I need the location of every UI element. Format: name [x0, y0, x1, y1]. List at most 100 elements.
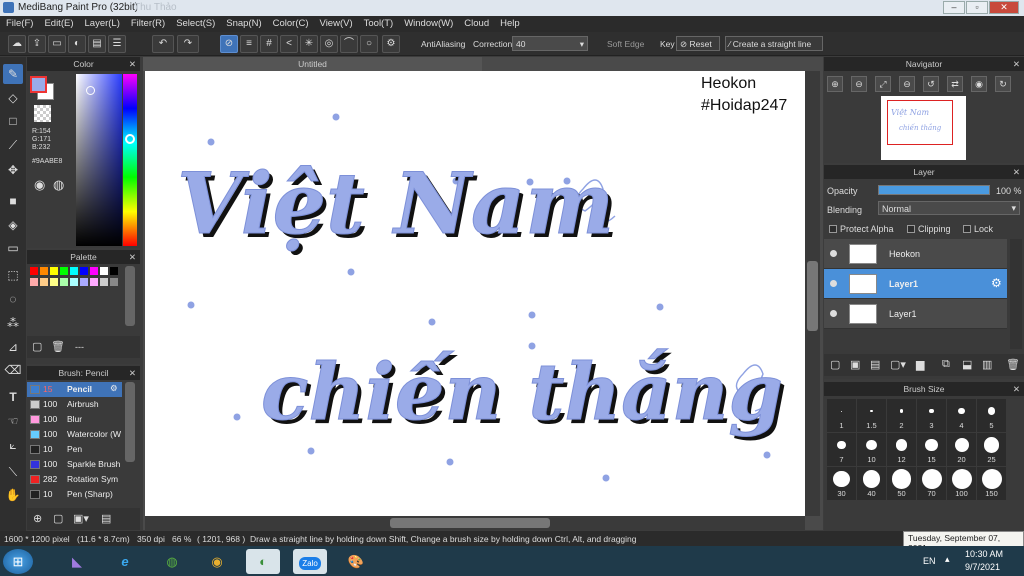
brush-item[interactable]: 10 Pen (Sharp) — [27, 487, 122, 502]
minimize-button[interactable]: – — [943, 1, 965, 14]
menu-item[interactable]: Color(C) — [267, 16, 314, 29]
text-tool-icon[interactable]: T — [3, 387, 23, 407]
close-button[interactable]: ✕ — [989, 1, 1019, 14]
navigator-preview[interactable]: Việt Nam chiến thắng — [881, 96, 966, 160]
paint-icon[interactable]: 🎨 — [339, 549, 373, 574]
magic-wand-icon[interactable]: ⁂ — [3, 313, 23, 333]
visibility-icon[interactable] — [830, 250, 837, 257]
brush-size-option[interactable]: 25 — [977, 433, 1006, 466]
brush-size-option[interactable]: 40 — [857, 467, 886, 500]
internet-explorer-icon[interactable]: e — [108, 549, 142, 574]
palette-swatch[interactable] — [50, 278, 58, 286]
layer-row[interactable]: Layer1 ⚙ — [824, 269, 1007, 299]
vertical-scroll-thumb[interactable] — [807, 261, 818, 331]
shape-tool-icon[interactable]: ■ — [3, 191, 23, 211]
merge-layer-icon[interactable]: ⬓ — [962, 358, 972, 371]
upload-icon[interactable]: ⇪ — [28, 35, 46, 53]
document-tab[interactable]: Untitled — [143, 57, 482, 71]
new-halftone-layer-icon[interactable]: ▣ — [850, 358, 860, 371]
brush-size-option[interactable]: 150 — [977, 467, 1006, 500]
layer-list-scrollbar[interactable] — [1010, 239, 1022, 349]
gear-icon[interactable]: ⚙ — [991, 276, 1002, 290]
brush-size-option[interactable]: 30 — [827, 467, 856, 500]
eyedropper-icon[interactable]: ⟀ — [3, 435, 23, 455]
close-icon[interactable]: ✕ — [1013, 382, 1020, 396]
palette-swatch[interactable] — [100, 278, 108, 286]
brush-size-option[interactable]: 20 — [947, 433, 976, 466]
fill-tool-icon[interactable]: ◈ — [3, 215, 23, 235]
visual-studio-icon[interactable]: ◣ — [60, 549, 94, 574]
palette-swatch[interactable] — [40, 267, 48, 275]
snap-radial-icon[interactable]: ✳ — [300, 35, 318, 53]
move-tool-icon[interactable]: ✥ — [3, 160, 23, 180]
medibang-taskbar-icon[interactable]: ◐ — [246, 549, 280, 574]
menu-item[interactable]: View(V) — [314, 16, 358, 29]
copy-brush-icon[interactable]: ▢ — [53, 512, 63, 525]
rotate-left-icon[interactable]: ↺ — [923, 76, 939, 92]
tray-chevron-icon[interactable]: ▴ — [945, 554, 950, 565]
menu-item[interactable]: Snap(N) — [220, 16, 266, 29]
brush-tool-icon[interactable]: ✎ — [3, 64, 23, 84]
add-brush-icon[interactable]: ⊕ — [33, 512, 42, 525]
hue-slider[interactable] — [123, 74, 137, 246]
vertical-scrollbar[interactable] — [805, 71, 820, 516]
palette-swatch[interactable] — [30, 278, 38, 286]
palette-swatch[interactable] — [70, 278, 78, 286]
snap-curve-icon[interactable]: ⌒ — [340, 35, 358, 53]
palette-scrollbar[interactable] — [125, 266, 135, 326]
brush-size-option[interactable]: 10 — [857, 433, 886, 466]
brush-settings-icon[interactable]: ▤ — [101, 512, 111, 525]
palette-swatch[interactable] — [80, 278, 88, 286]
color-square[interactable] — [76, 74, 122, 246]
brush-menu-icon[interactable]: ▣▾ — [73, 512, 89, 525]
brush-size-option[interactable]: 15 — [917, 433, 946, 466]
gear-icon[interactable]: ⚙ — [110, 383, 118, 394]
start-button[interactable]: ⊞ — [3, 549, 33, 574]
clock-time[interactable]: 10:30 AM — [965, 549, 1003, 559]
palette-swatch[interactable] — [30, 267, 38, 275]
flip-icon[interactable]: ⇄ — [947, 76, 963, 92]
clipping-checkbox[interactable]: Clipping — [907, 224, 951, 234]
color-wheel-icon[interactable]: ◉ — [34, 177, 45, 193]
document-icon[interactable]: ▤ — [88, 35, 106, 53]
brush-item[interactable]: 100 Sparkle Brush — [27, 457, 122, 472]
brush-size-option[interactable]: 70 — [917, 467, 946, 500]
comment-icon[interactable]: ▭ — [48, 35, 66, 53]
lasso-tool-icon[interactable]: ◌ — [3, 289, 23, 309]
menu-item[interactable]: Filter(R) — [125, 16, 170, 29]
close-icon[interactable]: ✕ — [129, 366, 136, 380]
hue-handle[interactable] — [125, 134, 135, 144]
layer-add-menu-icon[interactable]: ▢▾ — [890, 358, 906, 371]
line-tool-icon[interactable]: ⟋ — [3, 135, 23, 155]
folder-icon[interactable]: ▆ — [916, 358, 924, 371]
menu-item[interactable]: File(F) — [0, 16, 38, 29]
close-icon[interactable]: ✕ — [129, 57, 136, 71]
brush-scrollbar[interactable] — [125, 382, 135, 462]
visibility-icon[interactable] — [830, 310, 837, 317]
brush-size-option[interactable]: 1 — [827, 399, 856, 432]
operation-tool-icon[interactable]: ☜ — [3, 411, 23, 431]
eraser-tool-icon[interactable]: ◇ — [3, 88, 23, 108]
correction-select[interactable]: 40 ▾ — [512, 36, 588, 51]
delete-layer-icon[interactable]: 🗑 — [1006, 358, 1020, 371]
snap-ellipse-icon[interactable]: ○ — [360, 35, 378, 53]
palette-swatch[interactable] — [90, 267, 98, 275]
blending-select[interactable]: Normal ▾ — [878, 201, 1020, 215]
brush-size-option[interactable]: 3 — [917, 399, 946, 432]
hand-tool-icon[interactable]: ✋ — [3, 485, 23, 505]
color-dropper-icon[interactable]: ◍ — [53, 177, 64, 193]
delete-palette-icon[interactable]: 🗑 — [51, 340, 65, 353]
transparent-swatch[interactable] — [34, 105, 51, 122]
gradient-tool-icon[interactable]: ▭ — [3, 238, 23, 258]
maximize-button[interactable]: ▫ — [966, 1, 988, 14]
redo-icon[interactable]: ↷ — [177, 35, 199, 53]
menu-item[interactable]: Select(S) — [170, 16, 220, 29]
layer-settings-icon[interactable]: ▥ — [982, 358, 992, 371]
horizontal-scrollbar[interactable] — [145, 516, 805, 530]
select-eraser-icon[interactable]: ⌫ — [3, 360, 23, 380]
close-icon[interactable]: ✕ — [1013, 57, 1020, 71]
menu-item[interactable]: Tool(T) — [358, 16, 399, 29]
snap-off-icon[interactable]: ⊘ — [220, 35, 238, 53]
select-pen-icon[interactable]: ⊿ — [3, 337, 23, 357]
main-color-swatch[interactable] — [30, 76, 47, 93]
